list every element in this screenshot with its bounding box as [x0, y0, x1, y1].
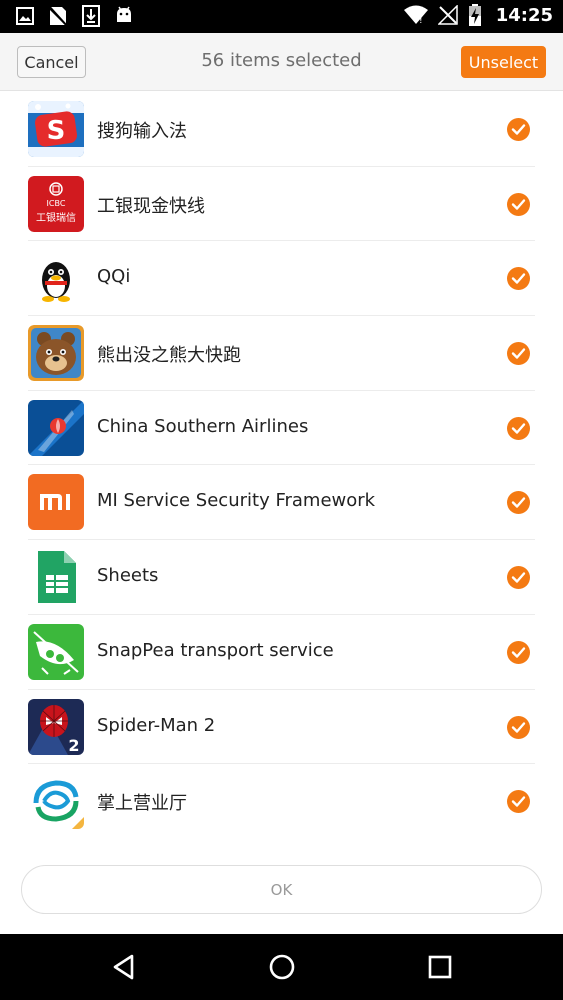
no-signal-icon: [437, 5, 458, 25]
spiderman-icon: 2: [28, 698, 84, 755]
app-label: 熊出没之熊大快跑: [97, 345, 241, 367]
bear-game-icon: [28, 325, 84, 382]
app-label: QQi: [97, 266, 131, 288]
mi-icon: [28, 474, 84, 531]
check-icon[interactable]: [507, 342, 530, 366]
list-item[interactable]: 2 Spider-Man 2: [0, 690, 563, 765]
back-icon[interactable]: [109, 952, 139, 982]
navigation-bar: [0, 934, 563, 1000]
check-icon[interactable]: [507, 790, 530, 814]
check-icon[interactable]: [507, 566, 530, 590]
check-icon[interactable]: [507, 491, 530, 515]
app-label: Spider-Man 2: [97, 714, 216, 736]
status-time: 14:25: [495, 4, 553, 26]
check-icon[interactable]: [507, 416, 530, 440]
app-label: China Southern Airlines: [97, 415, 309, 437]
list-item[interactable]: MI Service Security Framework: [0, 465, 563, 540]
svg-text:ICBC: ICBC: [47, 199, 66, 208]
status-bar: ! 14:25: [0, 0, 563, 33]
list-item[interactable]: 掌上营业厅: [0, 764, 563, 839]
app-label: 掌上营业厅: [97, 793, 187, 815]
icbc-icon: ICBC 工银瑞信: [28, 175, 84, 232]
check-icon[interactable]: [507, 118, 530, 141]
list-item[interactable]: ICBC 工银瑞信 工银现金快线: [0, 167, 563, 242]
check-icon[interactable]: [507, 192, 530, 216]
app-label: Sheets: [97, 565, 159, 587]
list-item[interactable]: S 搜狗输入法: [0, 92, 563, 167]
ok-button[interactable]: OK: [21, 865, 542, 914]
list-item[interactable]: China Southern Airlines: [0, 391, 563, 466]
battery-charging-icon: [468, 4, 481, 26]
selection-header: Cancel 56 items selected Unselect: [0, 33, 563, 91]
app-label: 工银现金快线: [97, 195, 205, 217]
qq-penguin-icon: [28, 250, 84, 307]
svg-text:2: 2: [68, 736, 79, 755]
unselect-button[interactable]: Unselect: [461, 46, 546, 78]
download-icon: [82, 5, 100, 27]
list-item[interactable]: SnapPea transport service: [0, 615, 563, 690]
sogou-input-icon: S: [28, 101, 84, 157]
sheets-icon: [28, 549, 84, 606]
list-item[interactable]: Sheets: [0, 540, 563, 615]
svg-text:S: S: [47, 116, 66, 146]
app-label: SnapPea transport service: [97, 639, 334, 661]
wifi-icon: !: [403, 5, 428, 25]
app-label: 搜狗输入法: [97, 121, 187, 142]
china-mobile-icon: [28, 773, 84, 830]
home-icon[interactable]: [267, 952, 297, 982]
android-icon: [117, 6, 131, 22]
check-icon[interactable]: [507, 715, 530, 739]
app-label: MI Service Security Framework: [97, 490, 376, 512]
list-item[interactable]: QQi: [0, 241, 563, 316]
check-icon[interactable]: [507, 640, 530, 664]
svg-text:工银瑞信: 工银瑞信: [36, 211, 76, 224]
check-icon[interactable]: [507, 267, 530, 291]
recents-icon[interactable]: [425, 952, 455, 982]
china-southern-icon: [28, 399, 84, 456]
sim-disabled-icon: [48, 5, 68, 27]
svg-text:!: !: [419, 16, 423, 25]
app-list: S 搜狗输入法 ICBC 工银瑞信 工银现金快线 QQi 熊出没之熊大快跑 Ch…: [0, 92, 563, 839]
list-item[interactable]: 熊出没之熊大快跑: [0, 316, 563, 391]
snappea-icon: [28, 623, 84, 680]
image-icon: [16, 7, 34, 25]
